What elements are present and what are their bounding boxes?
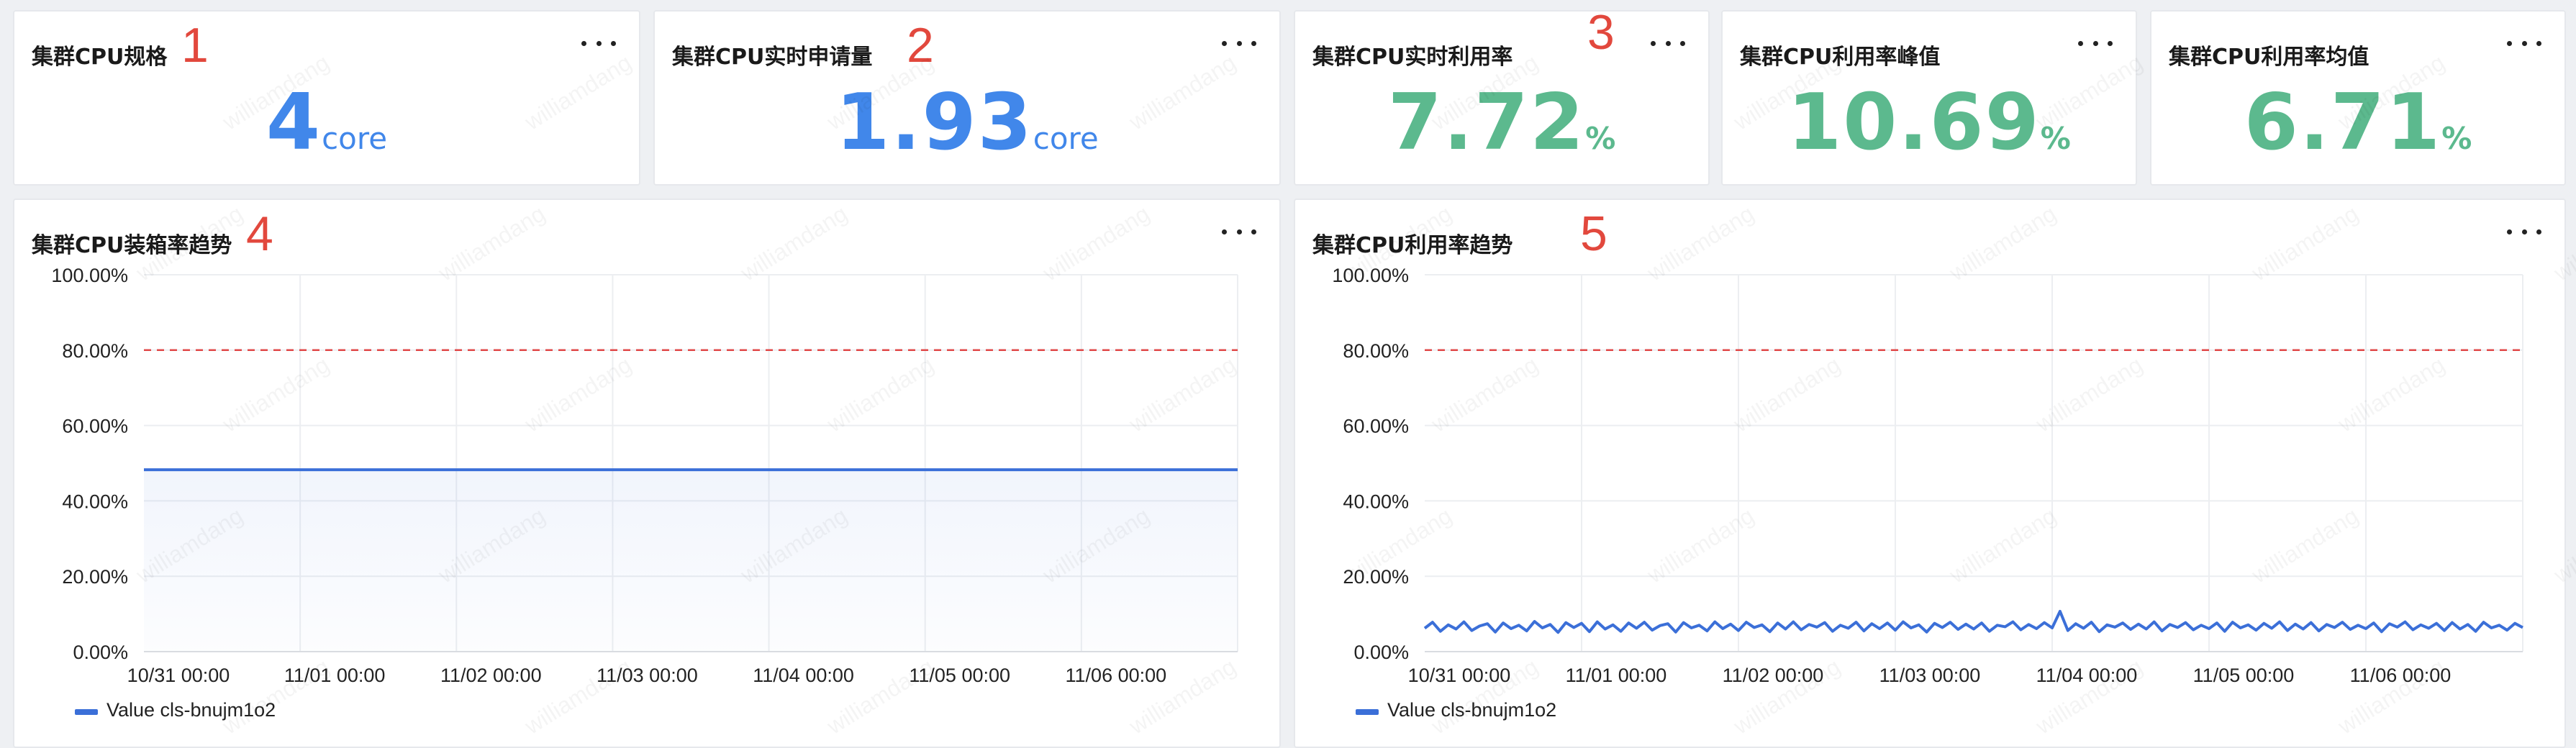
stat-unit: core: [322, 121, 388, 156]
y-tick-label: 40.00%: [62, 491, 128, 512]
stat-value: 4core: [14, 78, 639, 168]
stat-value: 10.69%: [1723, 78, 2136, 168]
annotation-marker: 2: [907, 18, 934, 73]
y-tick-label: 80.00%: [1343, 340, 1409, 362]
usage-rate-line-chart: 100.00% 80.00% 60.00% 40.00% 20.00% 0.00%10/3…: [1332, 265, 2523, 721]
chart-card-cpu-packing-trend: 集群CPU装箱率趋势 4 100.00% 80.00% 60.00% 40.00% 20…: [13, 199, 1281, 748]
series-area: [144, 470, 1238, 652]
card-title: 集群CPU实时利用率: [1312, 45, 1513, 70]
stat-unit: core: [1033, 121, 1099, 156]
stat-number: 6.71: [2244, 78, 2442, 168]
x-tick-label: 10/31 00:00: [1408, 665, 1511, 686]
y-tick-label: 0.00%: [1353, 642, 1409, 663]
stat-card-cpu-usage-avg: 集群CPU利用率均值 6.71%: [2150, 10, 2566, 186]
legend-swatch[interactable]: [75, 709, 98, 715]
card-title: 集群CPU利用率均值: [2169, 45, 2369, 70]
x-tick-label: 11/06 00:00: [2350, 665, 2452, 686]
x-tick-label: 11/03 00:00: [1879, 665, 1981, 686]
x-tick-label: 11/01 00:00: [284, 665, 386, 686]
stat-number: 4: [266, 78, 322, 168]
x-tick-label: 11/04 00:00: [753, 665, 854, 686]
y-tick-label: 100.00%: [51, 265, 128, 286]
stat-number: 7.72: [1387, 78, 1586, 168]
legend-label[interactable]: Value cls-bnujm1o2: [1387, 699, 1556, 721]
stat-value: 1.93core: [655, 78, 1279, 168]
chart-card-cpu-usage-trend: 集群CPU利用率趋势 5 100.00% 80.00% 60.00% 40.00% 20…: [1294, 199, 2566, 748]
card-title: 集群CPU实时申请量: [672, 45, 873, 70]
y-tick-label: 60.00%: [62, 416, 128, 437]
stat-unit: %: [2441, 121, 2472, 156]
stat-value: 6.71%: [2151, 78, 2564, 168]
card-title: 集群CPU利用率峰值: [1740, 45, 1941, 70]
annotation-marker: 1: [181, 18, 209, 73]
packing-rate-line-chart: 100.00% 80.00% 60.00% 40.00% 20.00% 0.00%10/3…: [51, 265, 1238, 721]
stat-card-cpu-spec: 集群CPU规格 1 4core: [13, 10, 640, 186]
stat-unit: %: [2040, 121, 2071, 156]
x-tick-label: 11/02 00:00: [440, 665, 542, 686]
y-tick-label: 20.00%: [1343, 566, 1409, 588]
card-title: 集群CPU规格: [32, 45, 168, 70]
annotation-marker: 3: [1587, 10, 1615, 60]
more-options-icon[interactable]: [1651, 33, 1685, 53]
y-tick-label: 20.00%: [62, 566, 128, 588]
legend-label[interactable]: Value cls-bnujm1o2: [106, 699, 276, 721]
stat-number: 10.69: [1787, 78, 2041, 168]
stat-card-cpu-usage-realtime: 集群CPU实时利用率 3 7.72%: [1294, 10, 1710, 186]
x-tick-label: 11/06 00:00: [1066, 665, 1167, 686]
x-tick-label: 11/03 00:00: [597, 665, 698, 686]
y-tick-label: 100.00%: [1332, 265, 1409, 286]
stat-card-cpu-request: 集群CPU实时申请量 2 1.93core: [653, 10, 1281, 186]
more-options-icon[interactable]: [2078, 33, 2113, 53]
x-tick-label: 11/05 00:00: [909, 665, 1010, 686]
y-tick-label: 40.00%: [1343, 491, 1409, 512]
stat-card-cpu-usage-peak: 集群CPU利用率峰值 10.69%: [1721, 10, 2137, 186]
series-line[interactable]: [1423, 609, 2523, 634]
stat-value: 7.72%: [1295, 78, 1708, 168]
y-tick-label: 80.00%: [62, 340, 128, 362]
stat-number: 1.93: [835, 78, 1033, 168]
x-tick-label: 11/04 00:00: [2036, 665, 2138, 686]
legend-swatch[interactable]: [1356, 709, 1379, 715]
x-tick-label: 11/05 00:00: [2193, 665, 2295, 686]
y-tick-label: 60.00%: [1343, 416, 1409, 437]
x-tick-label: 11/01 00:00: [1566, 665, 1667, 686]
more-options-icon[interactable]: [2507, 33, 2541, 53]
more-options-icon[interactable]: [1222, 33, 1256, 53]
stat-unit: %: [1585, 121, 1616, 156]
y-tick-label: 0.00%: [73, 642, 128, 663]
more-options-icon[interactable]: [581, 33, 616, 53]
x-tick-label: 11/02 00:00: [1723, 665, 1824, 686]
x-tick-label: 10/31 00:00: [127, 665, 230, 686]
